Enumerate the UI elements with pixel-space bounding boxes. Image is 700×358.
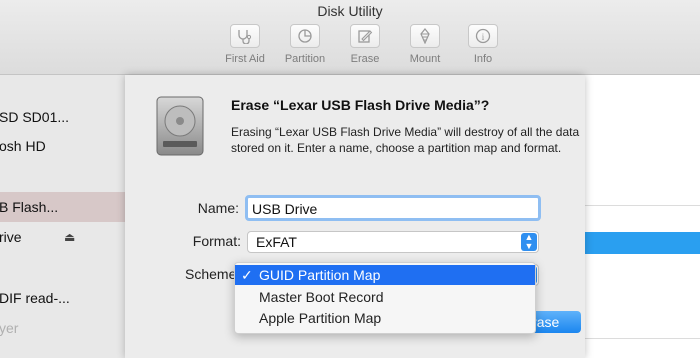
first-aid-label: First Aid: [225, 53, 265, 65]
toolbar: Disk Utility First Aid Partition Erase M…: [0, 0, 700, 75]
pie-chart-icon: [298, 29, 312, 43]
sidebar-item-macintosh-hd[interactable]: osh HD: [0, 131, 125, 161]
info-icon: i: [475, 28, 491, 44]
eraser-icon: [358, 30, 373, 43]
sidebar-item-label: B Flash...: [0, 199, 59, 215]
checkmark-icon: ✓: [241, 267, 253, 283]
partition-btn-frame: [290, 24, 320, 48]
first-aid-button[interactable]: First Aid: [215, 24, 275, 65]
mount-btn-frame: [410, 24, 440, 48]
format-select[interactable]: ExFAT ▲ ▼: [247, 231, 539, 253]
sidebar-item-label: osh HD: [0, 138, 46, 154]
name-label: Name:: [197, 200, 239, 216]
svg-text:i: i: [482, 32, 485, 42]
menu-item-label: GUID Partition Map: [259, 267, 381, 283]
sidebar-item-dif[interactable]: DIF read-...: [0, 283, 125, 313]
sidebar-item-label: yer: [0, 320, 19, 336]
mount-label: Mount: [409, 53, 441, 65]
name-field[interactable]: USB Drive: [245, 195, 541, 221]
menu-item-apm[interactable]: Apple Partition Map: [235, 308, 535, 328]
first-aid-btn-frame: [230, 24, 260, 48]
menu-item-guid[interactable]: ✓ GUID Partition Map: [235, 265, 535, 285]
info-label: Info: [473, 53, 493, 65]
sidebar-item-drive[interactable]: rive ⏏: [0, 222, 125, 252]
window-title: Disk Utility: [317, 3, 383, 19]
dialog-title: Erase “Lexar USB Flash Drive Media”?: [231, 97, 490, 113]
mount-button[interactable]: Mount: [395, 24, 455, 65]
erase-btn-frame: [350, 24, 380, 48]
format-value: ExFAT: [256, 234, 297, 250]
erase-toolbar-button[interactable]: Erase: [335, 24, 395, 65]
menu-item-mbr[interactable]: Master Boot Record: [235, 287, 535, 307]
info-button[interactable]: i Info: [453, 24, 513, 65]
eject-icon[interactable]: ⏏: [64, 222, 75, 252]
sidebar-item-usb-flash[interactable]: B Flash...: [0, 192, 125, 222]
partition-button[interactable]: Partition: [275, 24, 335, 65]
stethoscope-icon: [238, 30, 252, 44]
sidebar-item-layer[interactable]: yer: [0, 313, 125, 343]
hard-drive-icon: [156, 96, 204, 156]
erase-toolbar-label: Erase: [350, 53, 380, 65]
partition-label: Partition: [284, 53, 326, 65]
mount-icon: [420, 28, 430, 44]
sidebar-item-label: SD SD01...: [0, 109, 70, 125]
main-selected-row[interactable]: [585, 232, 700, 254]
menu-item-label: Apple Partition Map: [259, 310, 382, 326]
format-label: Format:: [192, 233, 241, 249]
main-divider: [585, 338, 700, 339]
scheme-menu: ✓ GUID Partition Map Master Boot Record …: [234, 262, 536, 334]
info-btn-frame: i: [468, 24, 498, 48]
menu-item-label: Master Boot Record: [259, 289, 384, 305]
sidebar-item-label: rive: [0, 229, 22, 245]
sidebar-item-sd[interactable]: SD SD01...: [0, 102, 125, 132]
main-divider: [585, 205, 700, 206]
sidebar-item-label: DIF read-...: [0, 290, 70, 306]
sidebar: SD SD01... osh HD B Flash... rive ⏏ DIF …: [0, 75, 125, 358]
chevron-updown-icon: ▲▼: [521, 233, 537, 251]
dialog-message: Erasing “Lexar USB Flash Drive Media” wi…: [231, 125, 580, 155]
